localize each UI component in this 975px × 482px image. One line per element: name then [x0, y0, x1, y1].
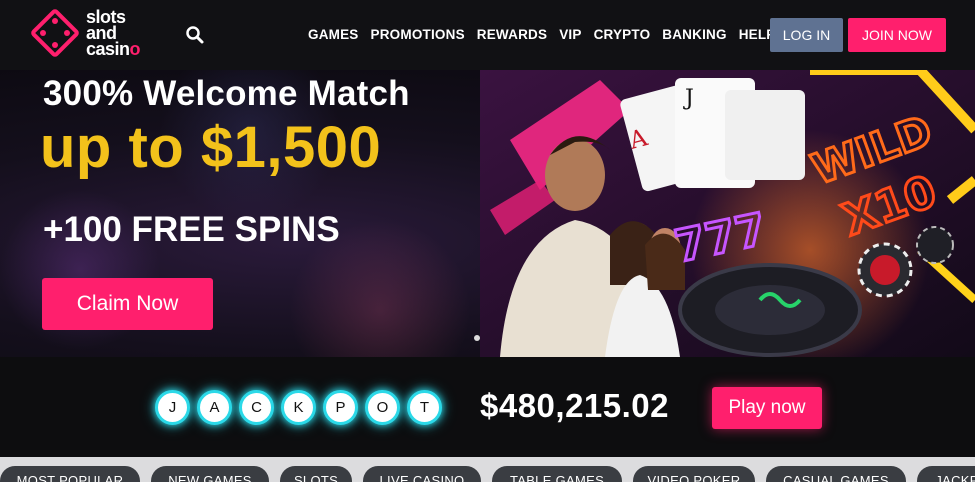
hero-free-spins: +100 FREE SPINS — [43, 210, 340, 249]
hero-banner: 300% Welcome Match up to $1,500 +100 FRE… — [0, 70, 975, 357]
hero-illustration: A J 777 WILD X10 — [480, 70, 975, 357]
play-now-button[interactable]: Play now — [712, 387, 822, 429]
join-now-button[interactable]: JOIN NOW — [848, 18, 946, 52]
jackpot-letter: J — [155, 390, 190, 425]
site-header: slots and casino GAMES PROMOTIONS REWARD… — [0, 0, 975, 70]
jackpot-letter: K — [281, 390, 316, 425]
claim-now-button[interactable]: Claim Now — [42, 278, 213, 330]
jackpot-letter: O — [365, 390, 400, 425]
jackpot-letter: T — [407, 390, 442, 425]
main-nav: GAMES PROMOTIONS REWARDS VIP CRYPTO BANK… — [308, 27, 788, 42]
jackpot-amount: $480,215.02 — [480, 387, 670, 424]
tab-video-poker[interactable]: VIDEO POKER — [633, 466, 755, 482]
tab-new-games[interactable]: NEW GAMES — [151, 466, 269, 482]
jackpot-section: J A C K P O T $480,215.02 Play now — [0, 357, 975, 457]
search-icon[interactable] — [185, 25, 205, 45]
nav-vip[interactable]: VIP — [559, 27, 581, 42]
brand-logo[interactable]: slots and casino — [28, 6, 141, 60]
hero-headline: 300% Welcome Match — [43, 74, 410, 113]
jackpot-letter: C — [239, 390, 274, 425]
jackpot-letters: J A C K P O T — [155, 390, 442, 425]
jackpot-letter: A — [197, 390, 232, 425]
tab-table-games[interactable]: TABLE GAMES — [492, 466, 622, 482]
tab-jackpots[interactable]: JACKP — [917, 466, 975, 482]
brand-wordmark: slots and casino — [86, 7, 141, 59]
nav-banking[interactable]: BANKING — [662, 27, 726, 42]
tab-casual-games[interactable]: CASUAL GAMES — [766, 466, 906, 482]
dice-logo-icon — [28, 6, 82, 60]
category-tabs: MOST POPULAR NEW GAMES SLOTS LIVE CASINO… — [0, 457, 975, 482]
nav-promotions[interactable]: PROMOTIONS — [371, 27, 465, 42]
nav-games[interactable]: GAMES — [308, 27, 359, 42]
carousel-indicator[interactable] — [474, 335, 480, 341]
jackpot-letter: P — [323, 390, 358, 425]
hero-bonus-amount: up to $1,500 — [40, 115, 382, 180]
nav-rewards[interactable]: REWARDS — [477, 27, 547, 42]
tab-live-casino[interactable]: LIVE CASINO — [363, 466, 481, 482]
login-button[interactable]: LOG IN — [770, 18, 843, 52]
tab-slots[interactable]: SLOTS — [280, 466, 352, 482]
nav-crypto[interactable]: CRYPTO — [594, 27, 651, 42]
card-jack-label: J — [683, 86, 694, 111]
page: slots and casino GAMES PROMOTIONS REWARD… — [0, 0, 975, 482]
tab-most-popular[interactable]: MOST POPULAR — [0, 466, 140, 482]
